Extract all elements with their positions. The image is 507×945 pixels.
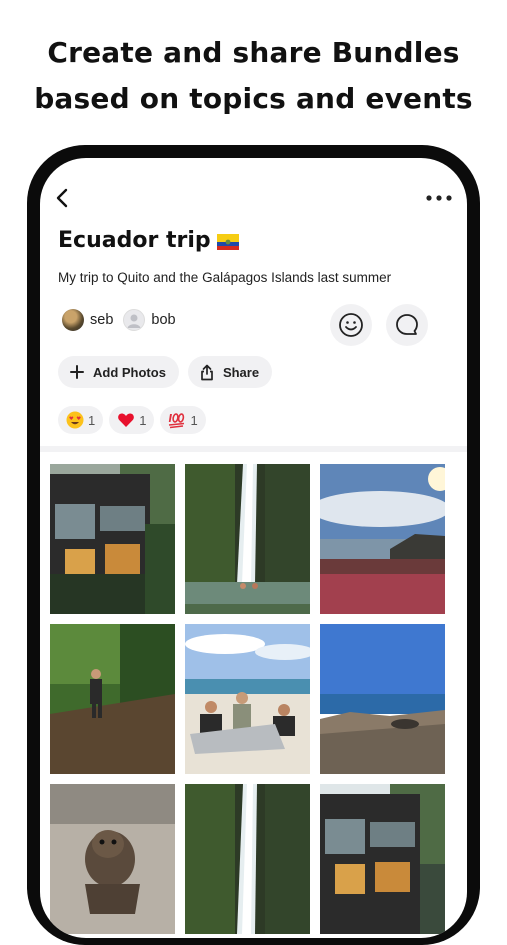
phone-screen: Ecuador trip My trip to Quito and the Ga… bbox=[40, 158, 467, 938]
reaction-count: 1 bbox=[190, 412, 198, 428]
photo-waterfall[interactable] bbox=[185, 464, 310, 614]
member-list: seb bob bbox=[62, 309, 176, 331]
back-chevron-icon[interactable] bbox=[52, 186, 74, 210]
react-button[interactable] bbox=[330, 304, 372, 346]
member-bob[interactable]: bob bbox=[123, 309, 176, 331]
bundle-title: Ecuador trip bbox=[58, 228, 239, 253]
member-seb[interactable]: seb bbox=[62, 309, 113, 331]
photo-grid bbox=[50, 464, 445, 934]
phone-frame: Ecuador trip My trip to Quito and the Ga… bbox=[27, 145, 480, 945]
photo-sea-lion[interactable] bbox=[50, 784, 175, 934]
photo-beach-group[interactable] bbox=[185, 624, 310, 774]
bundle-title-text: Ecuador trip bbox=[58, 228, 211, 253]
reaction-count: 1 bbox=[88, 412, 96, 428]
reaction-hundred-points[interactable]: 1 bbox=[160, 406, 206, 434]
add-photos-button[interactable]: Add Photos bbox=[58, 356, 179, 388]
avatar bbox=[123, 309, 146, 331]
hundred-points-emoji-icon bbox=[169, 413, 185, 429]
share-label: Share bbox=[222, 364, 260, 380]
section-divider bbox=[40, 446, 467, 452]
headline: Create and share Bundles based on topics… bbox=[0, 30, 507, 122]
headline-line-2: based on topics and events bbox=[34, 82, 473, 115]
bundle-description: My trip to Quito and the Galápagos Islan… bbox=[58, 270, 392, 285]
heart-eyes-emoji-icon bbox=[66, 411, 84, 429]
photo-rocky-shore[interactable] bbox=[320, 624, 445, 774]
more-dots-icon[interactable] bbox=[423, 188, 455, 208]
member-name: seb bbox=[90, 312, 114, 328]
add-photos-label: Add Photos bbox=[93, 364, 166, 380]
reaction-count: 1 bbox=[139, 412, 147, 428]
share-icon bbox=[201, 364, 213, 380]
headline-line-1: Create and share Bundles bbox=[47, 36, 460, 69]
photo-modern-house-2[interactable] bbox=[320, 784, 445, 934]
member-name: bob bbox=[151, 312, 176, 328]
reaction-heart-eyes[interactable]: 1 bbox=[58, 406, 104, 434]
smiley-icon bbox=[339, 313, 363, 337]
comment-button[interactable] bbox=[386, 304, 428, 346]
ecuador-flag-icon bbox=[216, 231, 239, 250]
reaction-list: 1 1 1 bbox=[58, 406, 206, 434]
share-button[interactable]: Share bbox=[187, 356, 273, 388]
photo-modern-house[interactable] bbox=[50, 464, 175, 614]
action-buttons: Add Photos Share bbox=[58, 356, 273, 388]
avatar bbox=[62, 309, 84, 331]
photo-jungle-hiker[interactable] bbox=[50, 624, 175, 774]
photo-waterfall-2[interactable] bbox=[185, 784, 310, 934]
photo-coastline-sunset[interactable] bbox=[320, 464, 445, 614]
red-heart-emoji-icon bbox=[118, 413, 135, 427]
plus-icon bbox=[70, 365, 84, 379]
reaction-red-heart[interactable]: 1 bbox=[109, 406, 155, 434]
comment-bubble-icon bbox=[396, 314, 418, 335]
